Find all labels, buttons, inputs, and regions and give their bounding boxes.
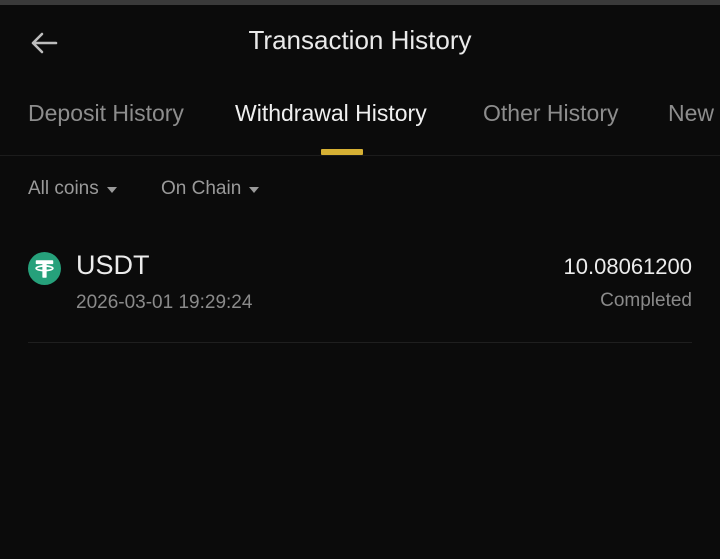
transaction-time: 2026-03-01 19:29:24 bbox=[76, 292, 253, 313]
tab-deposit-history[interactable]: Deposit History bbox=[28, 100, 184, 127]
method-filter-dropdown[interactable]: On Chain bbox=[161, 178, 260, 200]
tether-icon bbox=[28, 252, 61, 285]
tab-other-history[interactable]: Other History bbox=[483, 100, 618, 127]
caret-down-icon bbox=[106, 187, 117, 193]
coin-name: USDT bbox=[76, 250, 150, 280]
app-header: Transaction History bbox=[0, 5, 720, 80]
page-title: Transaction History bbox=[248, 25, 472, 55]
history-tabs: Deposit History Withdrawal History Other… bbox=[0, 92, 720, 156]
tab-new[interactable]: New bbox=[668, 100, 714, 127]
coin-filter-dropdown[interactable]: All coins bbox=[28, 178, 117, 200]
caret-down-icon bbox=[249, 187, 260, 193]
method-filter-label: On Chain bbox=[161, 178, 242, 199]
coin-filter-label: All coins bbox=[28, 178, 99, 199]
filter-bar: All coins On Chain bbox=[0, 172, 720, 208]
tabs-divider bbox=[0, 155, 720, 156]
tab-withdrawal-history[interactable]: Withdrawal History bbox=[235, 100, 427, 127]
transaction-status: Completed bbox=[600, 290, 692, 311]
transaction-amount: 10.08061200 bbox=[563, 254, 692, 279]
row-divider bbox=[28, 342, 692, 343]
transaction-row[interactable]: USDT 2026-03-01 19:29:24 10.08061200 Com… bbox=[28, 240, 692, 340]
